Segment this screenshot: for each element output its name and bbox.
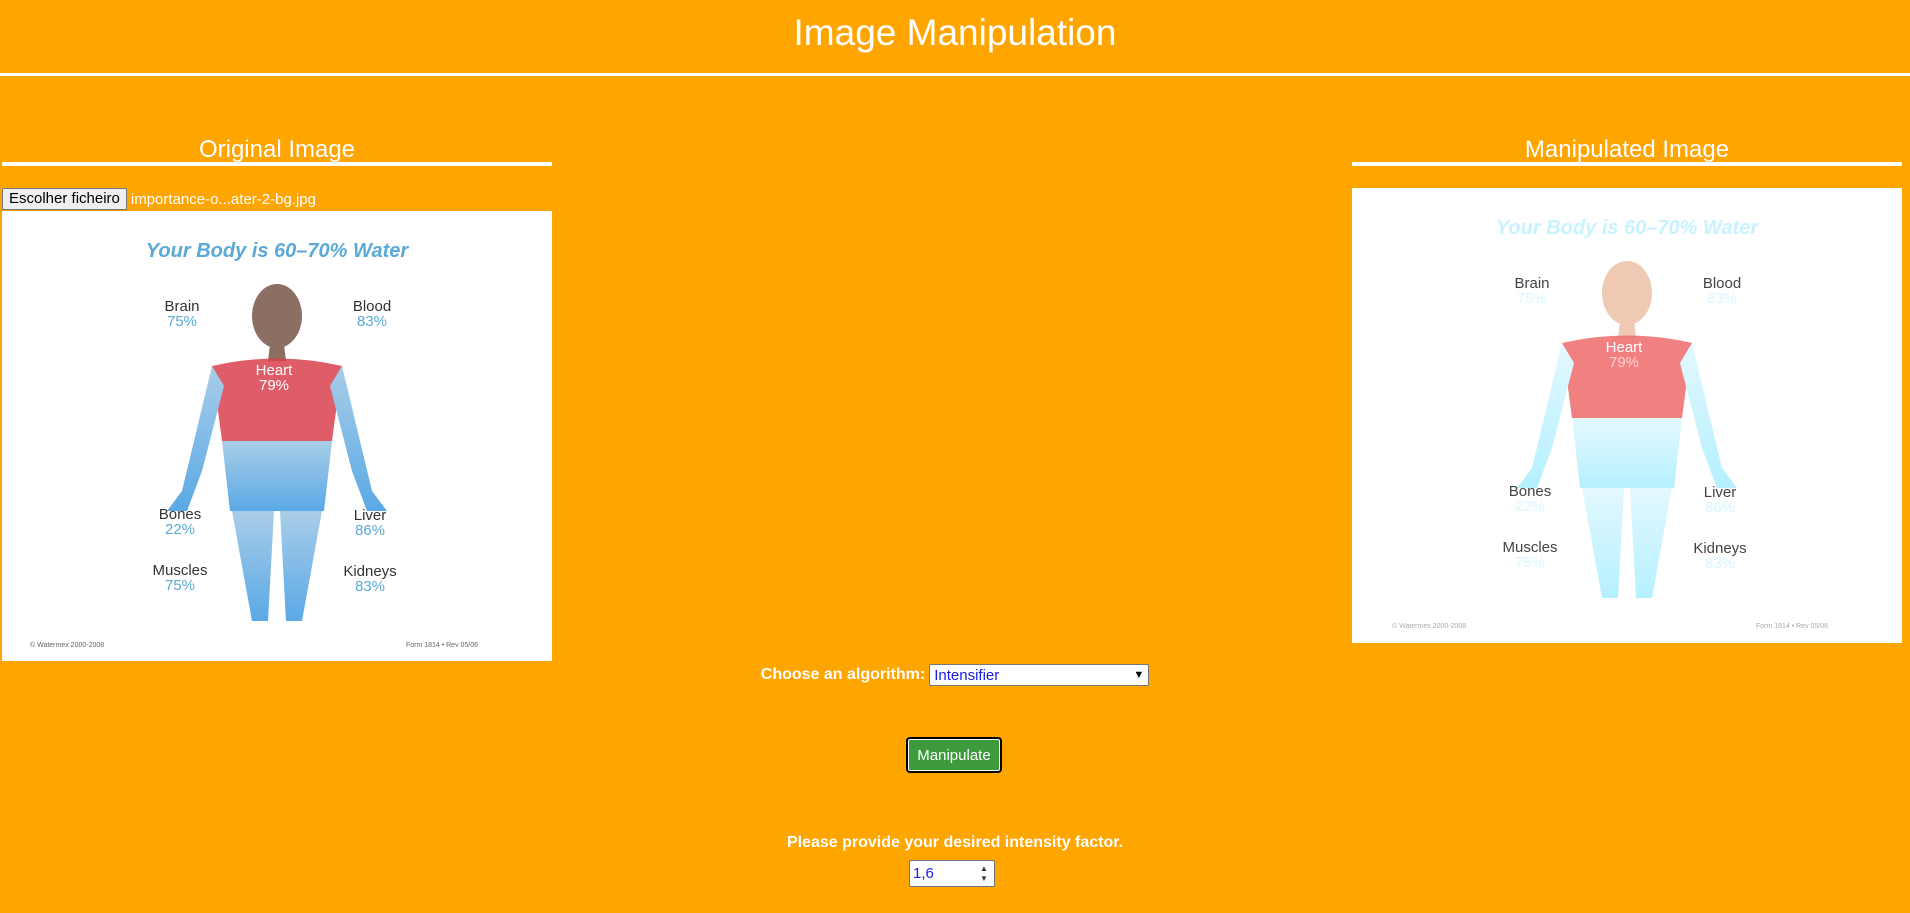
m-organ-value-liver: 86% xyxy=(1705,499,1735,516)
organ-value-brain: 75% xyxy=(167,313,197,330)
selected-file-name: importance-o...ater-2-bg.jpg xyxy=(130,190,316,208)
original-poster: Your Body is 60–70% Water Brain 75% Bloo… xyxy=(30,240,478,649)
intensity-input[interactable]: 1,6 ▲ ▼ xyxy=(909,860,995,887)
m-organ-value-blood: 83% xyxy=(1707,290,1737,307)
poster-copyright: © Watermex 2000-2008 xyxy=(30,641,104,649)
original-image-heading: Original Image xyxy=(198,135,356,163)
stepper-down-icon[interactable]: ▼ xyxy=(980,874,988,883)
algorithm-row: Choose an algorithm: Intensifier ▼ xyxy=(0,664,1910,686)
original-image: Your Body is 60–70% Water Brain 75% Bloo… xyxy=(2,211,552,661)
m-organ-value-bones: 22% xyxy=(1515,498,1545,515)
algorithm-selected-value: Intensifier xyxy=(934,666,1000,684)
stepper-up-icon[interactable]: ▲ xyxy=(980,864,988,873)
title-divider xyxy=(0,73,1910,76)
choose-file-button[interactable]: Escolher ficheiro xyxy=(2,188,127,210)
poster-title-manipulated: Your Body is 60–70% Water xyxy=(1496,217,1760,239)
manipulated-image-heading: Manipulated Image xyxy=(1524,135,1730,163)
organ-value-liver: 86% xyxy=(355,522,385,539)
manipulated-poster: Your Body is 60–70% Water Brain 75% Bloo… xyxy=(1392,217,1828,630)
chevron-down-icon: ▼ xyxy=(1133,669,1145,681)
algorithm-label: Choose an algorithm: xyxy=(760,666,926,683)
original-divider xyxy=(2,162,552,166)
organ-value-blood: 83% xyxy=(357,313,387,330)
manipulated-divider xyxy=(1352,162,1902,166)
page-title: Image Manipulation xyxy=(793,12,1117,53)
manipulated-image: Your Body is 60–70% Water Brain 75% Bloo… xyxy=(1352,188,1902,643)
m-organ-value-muscles: 75% xyxy=(1515,554,1545,571)
m-poster-form-number: Form 1814 • Rev 05/06 xyxy=(1756,623,1828,630)
algorithm-select[interactable]: Intensifier ▼ xyxy=(929,664,1150,686)
poster-title: Your Body is 60–70% Water xyxy=(146,240,410,262)
m-organ-value-heart: 79% xyxy=(1609,354,1639,371)
manipulate-button[interactable]: Manipulate xyxy=(906,737,1002,773)
organ-value-kidneys: 83% xyxy=(355,578,385,595)
file-input[interactable]: Escolher ficheiro importance-o...ater-2-… xyxy=(2,188,316,210)
organ-value-heart: 79% xyxy=(259,377,289,394)
m-poster-copyright: © Watermex 2000-2008 xyxy=(1392,622,1466,630)
m-organ-value-kidneys: 83% xyxy=(1705,555,1735,572)
intensity-value: 1,6 xyxy=(913,865,934,882)
poster-form-number: Form 1814 • Rev 05/06 xyxy=(406,642,478,649)
organ-value-bones: 22% xyxy=(165,521,195,538)
intensity-stepper[interactable]: ▲ ▼ xyxy=(977,864,991,883)
organ-value-muscles: 75% xyxy=(165,577,195,594)
m-organ-value-brain: 75% xyxy=(1517,290,1547,307)
intensity-label: Please provide your desired intensity fa… xyxy=(786,834,1124,851)
